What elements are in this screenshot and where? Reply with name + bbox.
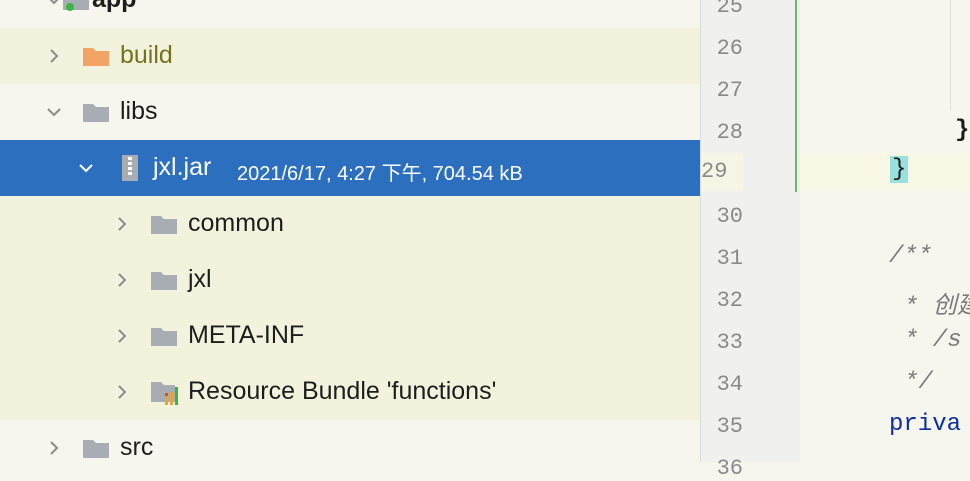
line-number: 25: [716, 0, 743, 19]
chevron-down-icon[interactable]: [76, 158, 96, 178]
chevron-right-icon[interactable]: [112, 382, 132, 402]
tree-item-label: META-INF: [188, 321, 305, 349]
tree-item-label: common: [188, 209, 284, 237]
tree-item-label: jxl.jar: [153, 153, 212, 181]
line-number: 34: [716, 372, 743, 397]
tree-item-libs[interactable]: libs: [0, 84, 700, 140]
tree-item-build[interactable]: build: [0, 28, 700, 84]
folder-orange-icon: [83, 48, 109, 66]
line-number: 30: [716, 204, 743, 229]
line-number: 33: [716, 330, 743, 355]
code-line-32: * 创建: [904, 294, 970, 321]
current-line-highlight: [800, 153, 970, 191]
editor-gutter: 25 26 27 28 29 30 31 32 33 34 35 36: [700, 0, 819, 481]
resource-bundle-icon: [151, 382, 178, 405]
tree-item-app[interactable]: app: [0, 0, 700, 28]
package-folder-icon: [151, 328, 177, 346]
code-line-29: }: [890, 156, 909, 183]
tree-item-label: build: [120, 41, 173, 69]
jar-archive-icon: [122, 155, 138, 181]
line-number: 26: [716, 36, 743, 61]
line-number-current: 29: [701, 153, 743, 191]
line-number: 27: [716, 78, 743, 103]
tree-item-src[interactable]: src: [0, 420, 700, 462]
vcs-change-marker[interactable]: [795, 0, 797, 192]
folder-icon: [83, 104, 109, 122]
file-metadata: 2021/6/17, 4:27 下午, 704.54 kB: [237, 163, 523, 185]
package-folder-icon: [151, 272, 177, 290]
chevron-right-icon[interactable]: [44, 438, 64, 458]
code-line-33: * /s: [904, 327, 962, 354]
chevron-down-icon[interactable]: [44, 0, 64, 10]
chevron-right-icon[interactable]: [112, 326, 132, 346]
code-line-31: /**: [889, 243, 933, 270]
module-folder-icon: [63, 0, 89, 11]
chevron-down-icon[interactable]: [44, 102, 64, 122]
code-line-35: priva: [889, 411, 962, 438]
tree-item-common[interactable]: common: [0, 196, 700, 252]
tree-item-meta-inf[interactable]: META-INF: [0, 308, 700, 364]
tree-item-label: jxl: [188, 265, 212, 293]
line-number: 31: [716, 246, 743, 271]
line-number: 32: [716, 288, 743, 313]
chevron-right-icon[interactable]: [112, 270, 132, 290]
folder-icon: [83, 440, 109, 458]
package-folder-icon: [151, 216, 177, 234]
code-editor[interactable]: } } /** * 创建 * /s */ priva: [800, 0, 970, 462]
code-line-34: */: [904, 369, 933, 396]
indent-guide: [950, 0, 951, 110]
line-number: 36: [716, 456, 743, 481]
tree-item-jxl-jar[interactable]: jxl.jar 2021/6/17, 4:27 下午, 704.54 kB: [0, 140, 700, 196]
tree-item-resource-bundle[interactable]: Resource Bundle 'functions': [0, 364, 700, 420]
tree-item-label: app: [92, 0, 136, 14]
line-number: 35: [716, 414, 743, 439]
code-line-28: }: [955, 117, 970, 144]
project-tree: app build libs jxl.jar 2021/6/17, 4:27 下…: [0, 0, 700, 462]
tree-item-label: Resource Bundle 'functions': [188, 377, 497, 405]
tree-item-label: src: [120, 433, 154, 461]
tree-item-label: libs: [120, 97, 158, 125]
chevron-right-icon[interactable]: [44, 46, 64, 66]
line-number: 28: [716, 120, 743, 145]
tree-item-jxl[interactable]: jxl: [0, 252, 700, 308]
chevron-right-icon[interactable]: [112, 214, 132, 234]
